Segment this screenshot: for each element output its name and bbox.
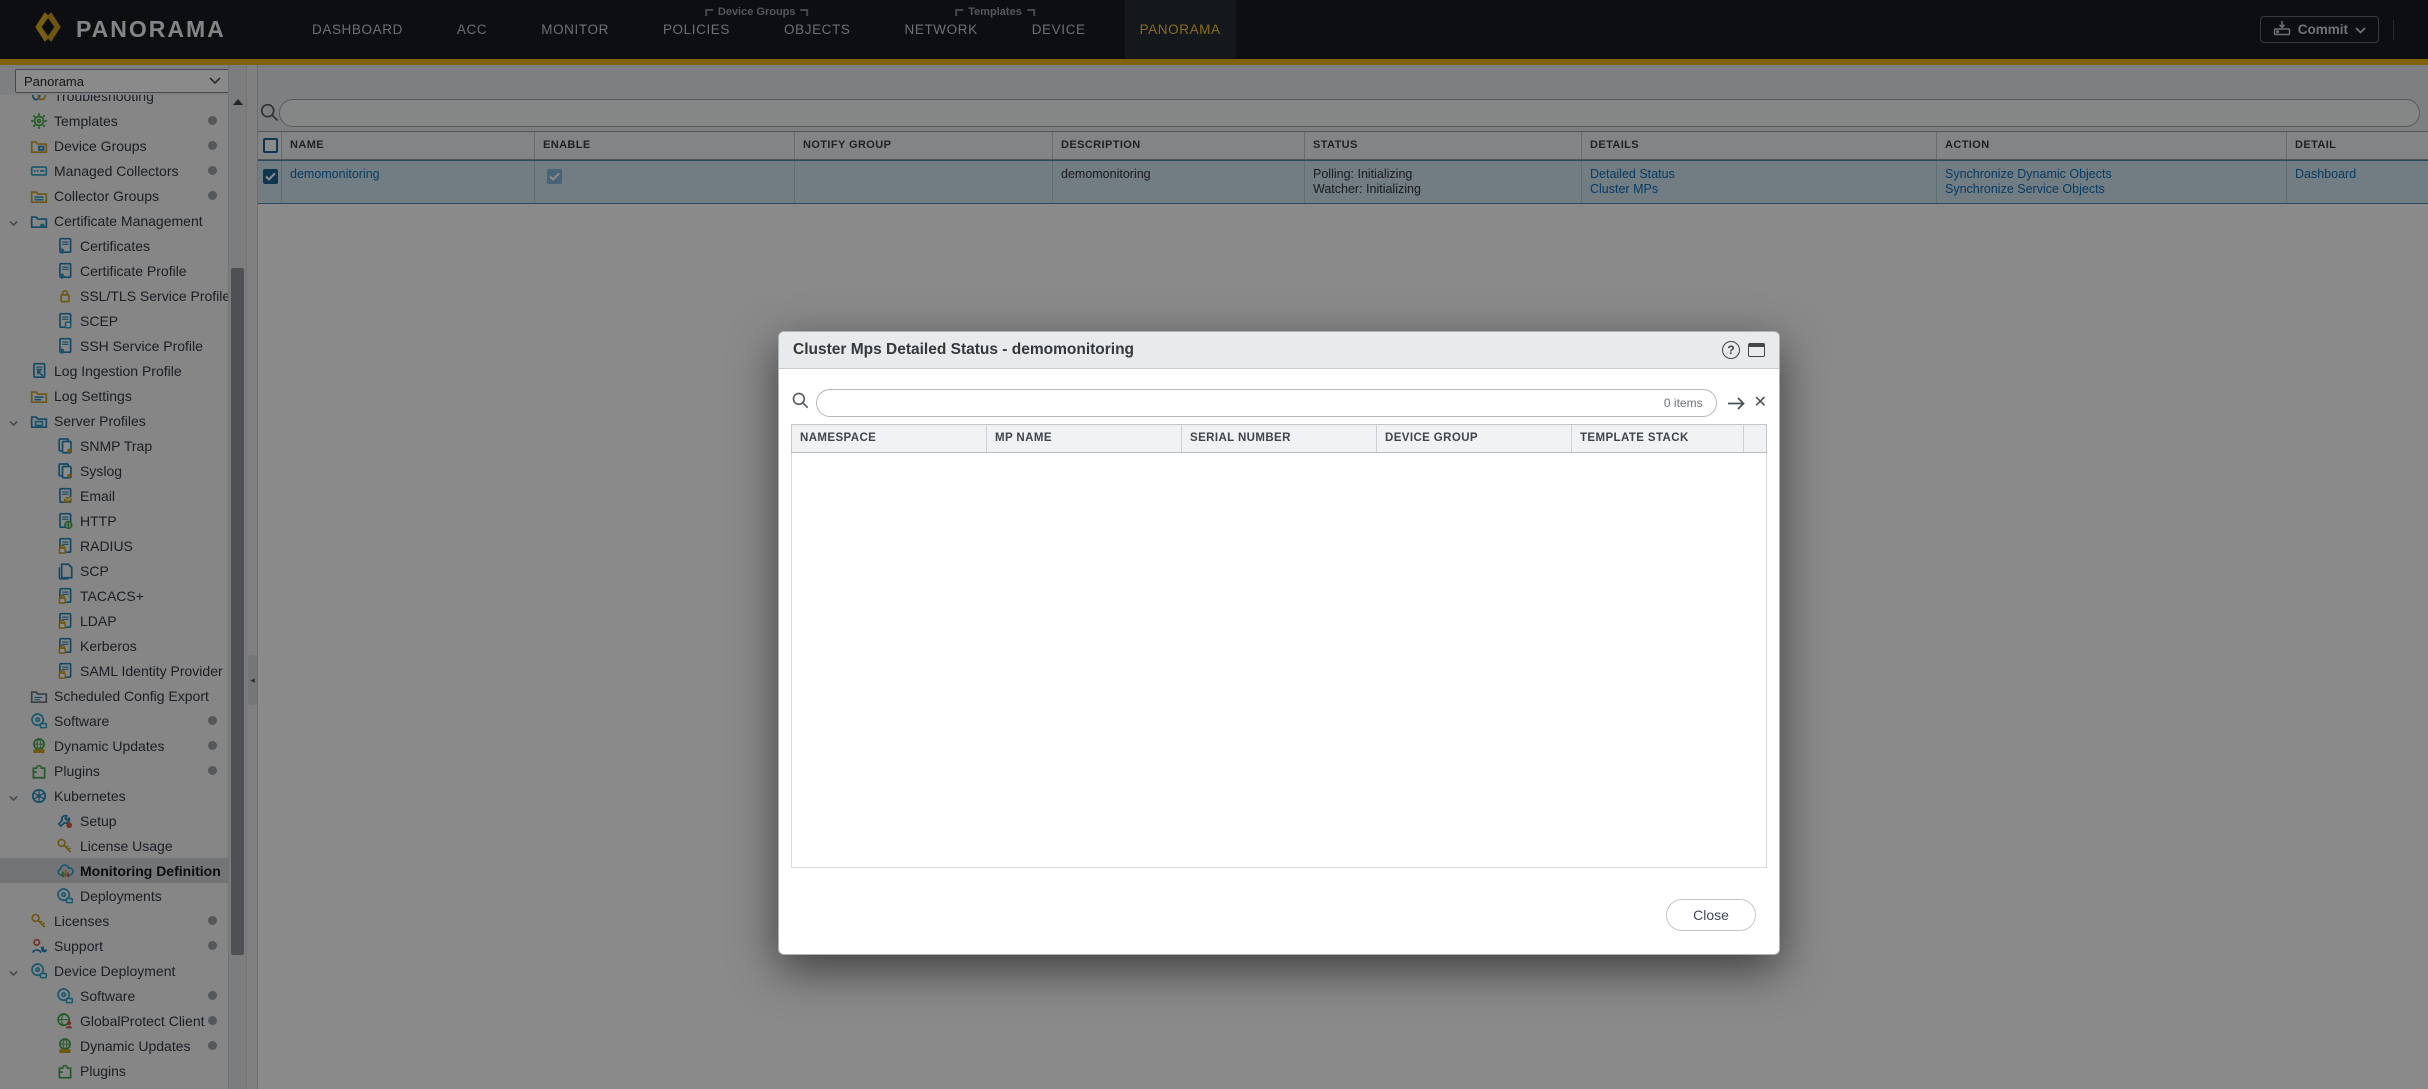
clear-filter-icon[interactable]: ✕ (1754, 395, 1767, 411)
apply-filter-arrow-icon[interactable] (1726, 396, 1747, 411)
dialog-search: 0 items (816, 389, 1717, 417)
dialog-column-template-stack[interactable]: TEMPLATE STACK (1572, 425, 1744, 452)
items-count: 0 items (1664, 396, 1716, 410)
dialog-titlebar: Cluster Mps Detailed Status - demomonito… (779, 332, 1779, 369)
help-icon[interactable]: ? (1722, 341, 1740, 359)
dialog-column-serial-number[interactable]: SERIAL NUMBER (1182, 425, 1377, 452)
dialog-search-input[interactable] (817, 390, 1664, 416)
dialog-table: NAMESPACEMP NAMESERIAL NUMBERDEVICE GROU… (791, 424, 1767, 868)
dialog-column-namespace[interactable]: NAMESPACE (792, 425, 987, 452)
dialog-table-body (791, 453, 1767, 868)
search-icon (791, 391, 810, 415)
maximize-icon[interactable] (1748, 343, 1765, 357)
cluster-mps-dialog: Cluster Mps Detailed Status - demomonito… (778, 331, 1780, 955)
dialog-title: Cluster Mps Detailed Status - demomonito… (793, 341, 1134, 359)
dialog-table-header: NAMESPACEMP NAMESERIAL NUMBERDEVICE GROU… (791, 424, 1767, 453)
dialog-column-device-group[interactable]: DEVICE GROUP (1377, 425, 1572, 452)
close-button[interactable]: Close (1666, 899, 1756, 931)
dialog-search-row: 0 items ✕ (791, 389, 1767, 417)
dialog-column-mp-name[interactable]: MP NAME (987, 425, 1182, 452)
dialog-column-gutter (1744, 425, 1766, 452)
